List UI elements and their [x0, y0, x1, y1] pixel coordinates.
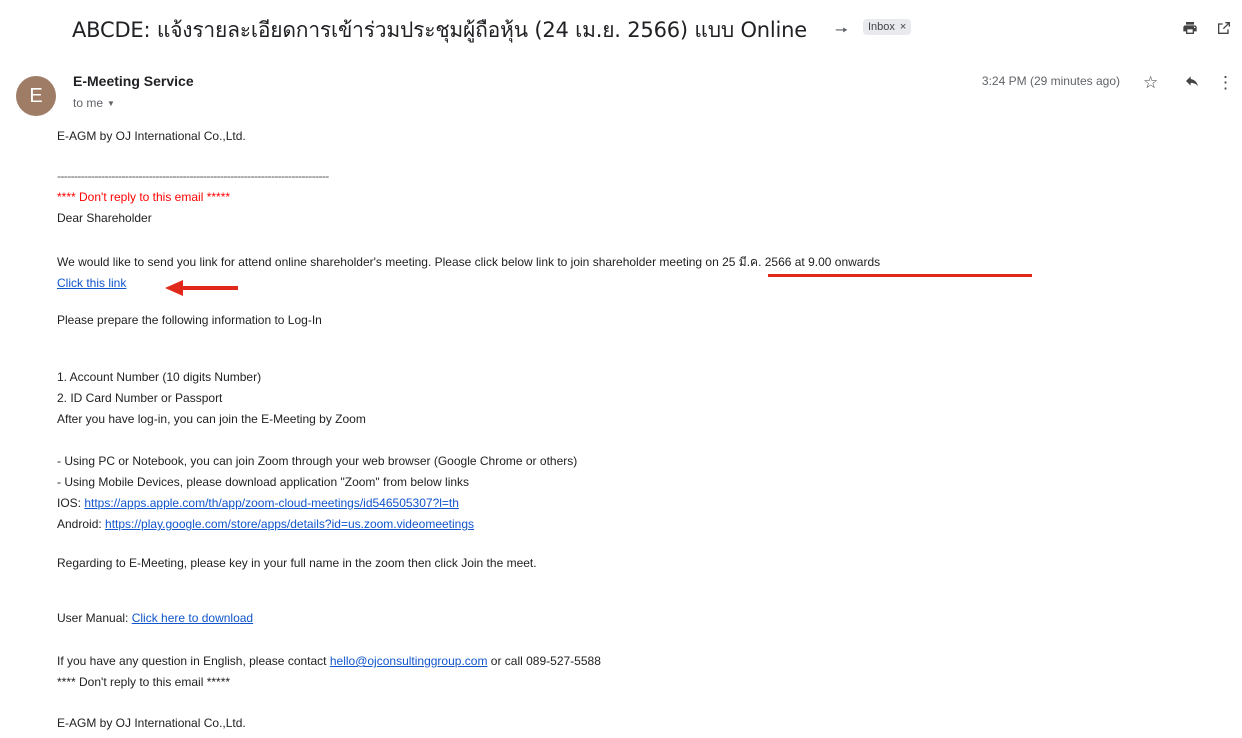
after-login-text: After you have log-in, you can join the …: [57, 412, 366, 426]
inbox-label-chip[interactable]: Inbox ×: [863, 19, 912, 35]
ios-label: IOS:: [57, 496, 85, 510]
close-icon[interactable]: ×: [900, 19, 906, 35]
greeting: Dear Shareholder: [57, 211, 152, 225]
recipient-summary[interactable]: to me ▼: [73, 96, 115, 110]
caret-down-icon[interactable]: ▼: [107, 99, 115, 108]
email-timestamp: 3:24 PM (29 minutes ago): [981, 74, 1120, 88]
open-in-new-window-icon[interactable]: [1216, 20, 1232, 41]
manual-row: User Manual: Click here to download: [57, 610, 253, 626]
mobile-instructions: - Using Mobile Devices, please download …: [57, 475, 470, 489]
warning-top: **** Don't reply to this email *****: [57, 190, 231, 204]
list-item: 2. ID Card Number or Passport: [57, 391, 223, 405]
android-label: Android:: [57, 517, 106, 531]
manual-label: User Manual:: [57, 611, 132, 625]
print-icon[interactable]: [1182, 20, 1198, 41]
ios-link[interactable]: https://apps.apple.com/th/app/zoom-cloud…: [84, 496, 459, 510]
sender-name[interactable]: E-Meeting Service: [73, 73, 194, 89]
warning-bottom: **** Don't reply to this email *****: [57, 675, 231, 689]
contact-email-link[interactable]: hello@ojconsultinggroup.com: [330, 654, 488, 668]
company-name-bottom: E-AGM by OJ International Co.,Ltd.: [57, 716, 246, 730]
email-subject: ABCDE: แจ้งรายละเอียดการเข้าร่วมประชุมผู…: [72, 18, 807, 42]
question-row: If you have any question in English, ple…: [57, 653, 601, 669]
important-marker-icon[interactable]: 🠖: [835, 20, 848, 45]
company-name-top: E-AGM by OJ International Co.,Ltd.: [57, 129, 246, 143]
android-link[interactable]: https://play.google.com/store/apps/detai…: [105, 517, 474, 531]
separator-line: ----------------------------------------…: [57, 169, 329, 183]
question-prefix: If you have any question in English, ple…: [57, 654, 330, 668]
prepare-text: Please prepare the following information…: [57, 313, 322, 327]
question-suffix: or call 089-527-5588: [487, 654, 601, 668]
list-item: 1. Account Number (10 digits Number): [57, 370, 262, 384]
red-arrow-shaft: [180, 286, 238, 290]
manual-download-link[interactable]: Click here to download: [132, 611, 253, 625]
inbox-label-text: Inbox: [868, 21, 895, 33]
intro-text: We would like to send you link for atten…: [57, 255, 881, 269]
reply-icon[interactable]: [1184, 73, 1200, 94]
more-vert-icon[interactable]: ⋮: [1217, 73, 1234, 93]
click-this-link[interactable]: Click this link: [57, 275, 126, 291]
pc-instructions: - Using PC or Notebook, you can join Zoo…: [57, 454, 578, 468]
regarding-text: Regarding to E-Meeting, please key in yo…: [57, 556, 537, 570]
avatar[interactable]: E: [16, 76, 56, 116]
click-this-link-text[interactable]: Click this link: [57, 276, 126, 290]
ios-row: IOS: https://apps.apple.com/th/app/zoom-…: [57, 495, 459, 511]
recipient-label: to me: [73, 96, 104, 110]
annotation-underline: [768, 274, 1032, 277]
android-row: Android: https://play.google.com/store/a…: [57, 516, 474, 532]
star-icon[interactable]: ☆: [1143, 73, 1158, 93]
